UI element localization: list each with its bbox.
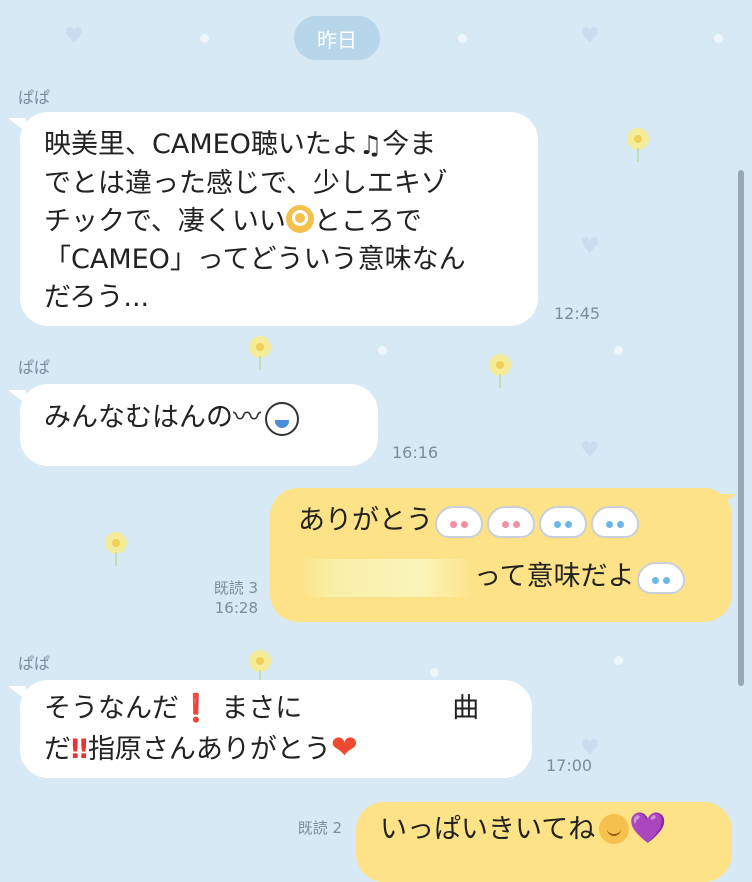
message-text: だ <box>44 734 71 765</box>
bg-flower-icon <box>104 532 128 566</box>
message-time: 16:28 <box>214 599 258 617</box>
sender-name: ぱぱ <box>18 654 51 673</box>
music-note-icon: ♫ <box>358 130 383 161</box>
bg-heart-icon: ♥ <box>64 24 84 49</box>
message-text: でとは違った感じで、少しエキゾ <box>44 167 448 199</box>
message-text: ありがとう <box>298 505 433 536</box>
message-text: だろう... <box>44 281 150 313</box>
bg-dot <box>614 346 623 355</box>
read-receipt: 既読 2 <box>280 818 342 838</box>
bg-dot <box>378 346 387 355</box>
bunny-emoji-icon <box>539 505 587 538</box>
message-text: そうなんだ <box>44 693 179 724</box>
message-bubble[interactable]: ありがとう って意味だよ <box>270 488 732 622</box>
message-bubble[interactable]: みんなむはんの〰 <box>20 384 378 466</box>
message-time: 17:00 <box>546 756 593 775</box>
crying-face-icon <box>265 401 300 436</box>
redacted-text <box>298 558 474 597</box>
sender-name: ぱぱ <box>18 88 51 107</box>
bg-dot <box>430 668 439 677</box>
message-bubble[interactable]: そうなんだ❗ まさに 曲 だ‼指原さんありがとう❤ <box>20 680 532 778</box>
message-text: まさに <box>221 693 303 724</box>
read-count: 既読 3 <box>213 579 258 597</box>
bg-heart-icon: ♥ <box>580 234 600 259</box>
read-receipt: 既読 3 16:28 <box>196 578 258 618</box>
scrollbar[interactable] <box>738 170 744 686</box>
message-text: 今ま <box>382 129 437 160</box>
ok-hand-icon <box>285 205 314 233</box>
bunny-emoji-icon <box>636 561 685 594</box>
bunny-emoji-icon <box>435 505 483 538</box>
heart-icon: ❤ <box>330 728 358 766</box>
redacted-text <box>302 716 452 717</box>
message-text: チックで、凄くいい <box>44 205 286 237</box>
date-separator: 昨日 <box>294 16 380 60</box>
message-text: ところで <box>313 205 422 237</box>
bg-flower-icon <box>248 336 272 370</box>
bg-dot <box>614 656 623 665</box>
double-exclamation-icon: ‼ <box>71 734 88 765</box>
message-bubble[interactable]: いっぱいきいてね 💜 <box>356 802 732 882</box>
bg-heart-icon: ♥ <box>580 24 600 49</box>
bg-flower-icon <box>488 354 512 388</box>
bubble-tail <box>718 494 736 508</box>
message-text: 曲 <box>452 693 480 724</box>
message-text: 映美里、CAMEO聴いたよ <box>44 129 359 160</box>
bg-flower-icon <box>626 128 650 162</box>
bg-heart-icon: ♥ <box>580 438 600 463</box>
bg-dot <box>458 34 467 43</box>
message-text: みんなむはんの <box>44 402 233 433</box>
message-text: 「CAMEO」ってどういう意味なん <box>44 243 466 275</box>
bg-dot <box>200 34 209 43</box>
message-time: 12:45 <box>554 304 601 323</box>
message-text: いっぱいきいてね <box>380 814 596 845</box>
message-text: 指原さんありがとう <box>87 734 331 765</box>
sender-name: ぱぱ <box>18 358 51 377</box>
bunny-emoji-icon <box>591 505 639 538</box>
message-time: 16:16 <box>392 443 439 462</box>
wavy-dash-icon: 〰 <box>233 400 262 433</box>
read-count: 既読 2 <box>297 819 342 837</box>
message-text: って意味だよ <box>474 561 635 592</box>
heart-icon: 💜 <box>629 811 667 846</box>
message-bubble[interactable]: 映美里、CAMEO聴いたよ♫今ま でとは違った感じで、少しエキゾ チックで、凄く… <box>20 112 538 326</box>
exclamation-icon: ❗ <box>179 693 213 724</box>
smile-icon <box>599 813 630 844</box>
bg-flower-icon <box>248 650 272 684</box>
bunny-emoji-icon <box>487 505 535 538</box>
bg-dot <box>714 34 723 43</box>
